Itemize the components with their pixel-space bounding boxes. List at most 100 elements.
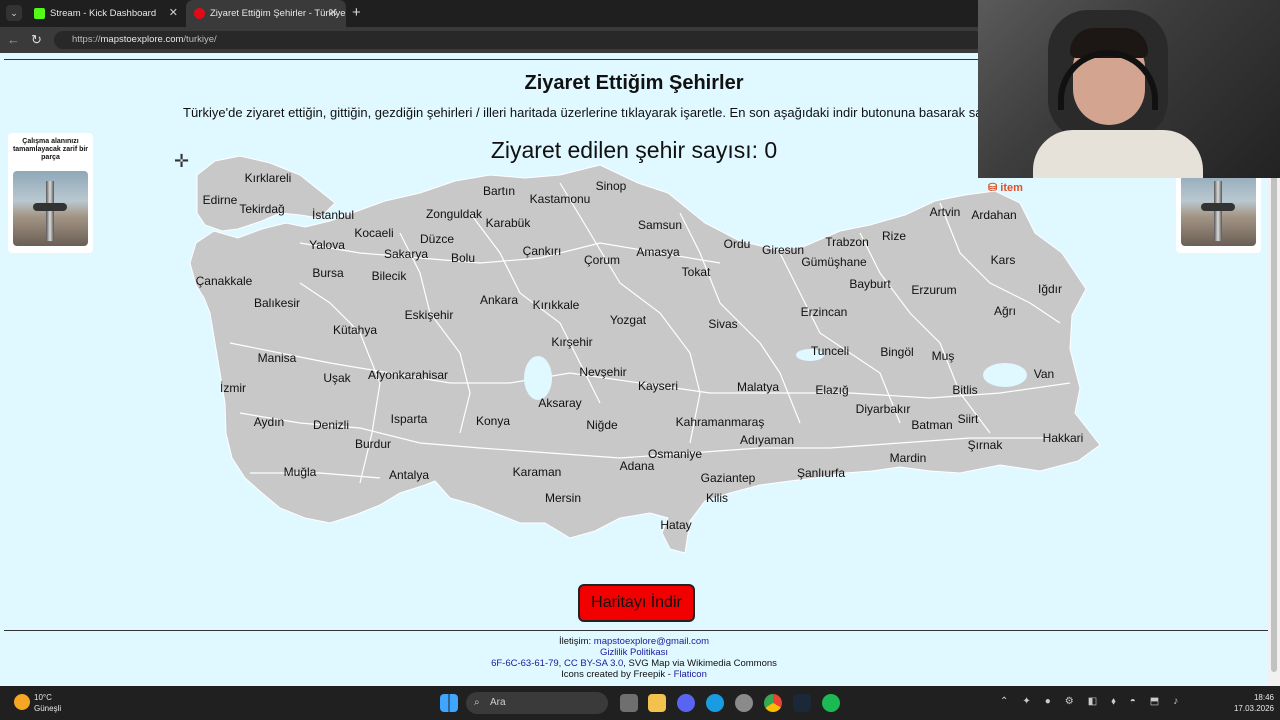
- city-label[interactable]: Muş: [932, 349, 955, 363]
- city-label[interactable]: Siirt: [958, 412, 979, 426]
- city-label[interactable]: Düzce: [420, 232, 454, 246]
- city-label[interactable]: Burdur: [355, 437, 391, 451]
- city-label[interactable]: Edirne: [203, 193, 238, 207]
- city-label[interactable]: Kilis: [706, 491, 728, 505]
- city-label[interactable]: Artvin: [930, 205, 961, 219]
- city-label[interactable]: Nevşehir: [579, 365, 626, 379]
- city-label[interactable]: Adıyaman: [740, 433, 794, 447]
- city-label[interactable]: Kastamonu: [530, 192, 591, 206]
- weather-icon[interactable]: [14, 694, 30, 710]
- city-label[interactable]: Bartın: [483, 184, 515, 198]
- city-label[interactable]: Trabzon: [825, 235, 869, 249]
- city-label[interactable]: Hakkari: [1043, 431, 1084, 445]
- close-icon[interactable]: ✕: [329, 6, 338, 19]
- city-label[interactable]: Kahramanmaraş: [676, 415, 765, 429]
- city-label[interactable]: Konya: [476, 414, 510, 428]
- new-tab-icon[interactable]: +: [352, 4, 361, 21]
- city-label[interactable]: Mardin: [890, 451, 927, 465]
- city-label[interactable]: Ankara: [480, 293, 518, 307]
- city-label[interactable]: Antalya: [389, 468, 429, 482]
- city-label[interactable]: Bingöl: [880, 345, 913, 359]
- city-label[interactable]: Muğla: [284, 465, 317, 479]
- city-label[interactable]: İzmir: [220, 381, 246, 395]
- city-label[interactable]: Isparta: [391, 412, 428, 426]
- windows-start-icon[interactable]: [440, 694, 458, 712]
- city-label[interactable]: Adana: [620, 459, 655, 473]
- city-label[interactable]: Kırklareli: [245, 171, 292, 185]
- city-label[interactable]: Amasya: [636, 245, 680, 259]
- city-label[interactable]: Bitlis: [952, 383, 977, 397]
- city-label[interactable]: Rize: [882, 229, 906, 243]
- flaticon-link[interactable]: Flaticon: [674, 669, 707, 680]
- city-label[interactable]: Ardahan: [971, 208, 1016, 222]
- city-label[interactable]: Ağrı: [994, 304, 1016, 318]
- city-label[interactable]: Şanlıurfa: [797, 466, 845, 480]
- city-label[interactable]: Afyonkarahisar: [368, 368, 448, 382]
- city-label[interactable]: Kırıkkale: [533, 298, 580, 312]
- spotify-icon[interactable]: [822, 694, 840, 712]
- city-label[interactable]: Iğdır: [1038, 282, 1062, 296]
- city-label[interactable]: Kocaeli: [354, 226, 393, 240]
- city-label[interactable]: Bayburt: [849, 277, 891, 291]
- city-label[interactable]: Niğde: [586, 418, 618, 432]
- city-label[interactable]: Manisa: [258, 351, 297, 365]
- city-label[interactable]: Denizli: [313, 418, 349, 432]
- taskbar-search[interactable]: ⌕ Ara: [466, 692, 608, 714]
- contact-email-link[interactable]: mapstoexplore@gmail.com: [594, 636, 709, 647]
- file-explorer-icon[interactable]: [648, 694, 666, 712]
- task-view-icon[interactable]: [620, 694, 638, 712]
- city-label[interactable]: Tokat: [682, 265, 711, 279]
- download-map-button[interactable]: Haritayı İndir: [578, 584, 695, 622]
- city-label[interactable]: Malatya: [737, 380, 779, 394]
- city-label[interactable]: Sivas: [708, 317, 737, 331]
- city-label[interactable]: İstanbul: [312, 208, 354, 222]
- city-label[interactable]: Çorum: [584, 253, 620, 267]
- city-label[interactable]: Karabük: [486, 216, 532, 230]
- city-label[interactable]: Çanakkale: [196, 274, 253, 288]
- clock-time[interactable]: 18:46: [1230, 693, 1274, 702]
- tab-kick-dashboard[interactable]: Stream - Kick Dashboard ✕: [26, 0, 186, 27]
- close-icon[interactable]: ✕: [169, 6, 178, 19]
- city-label[interactable]: Uşak: [323, 371, 351, 385]
- city-label[interactable]: Erzurum: [911, 283, 956, 297]
- steam-icon[interactable]: [793, 694, 811, 712]
- city-label[interactable]: Bursa: [312, 266, 344, 280]
- back-icon[interactable]: ←: [7, 32, 20, 47]
- city-label[interactable]: Gaziantep: [701, 471, 756, 485]
- city-label[interactable]: Bilecik: [372, 269, 408, 283]
- credit-link[interactable]: 6F-6C-63-61-79, CC BY-SA 3.0: [491, 658, 623, 669]
- tab-ziyaret[interactable]: Ziyaret Ettiğim Şehirler - Türkiye ✕: [186, 0, 346, 27]
- clock-date[interactable]: 17.03.2026: [1222, 704, 1274, 713]
- tab-list-dropdown-icon[interactable]: ⌄: [6, 5, 22, 21]
- city-label[interactable]: Bolu: [451, 251, 475, 265]
- reload-icon[interactable]: ↻: [31, 32, 42, 48]
- city-label[interactable]: Kırşehir: [551, 335, 592, 349]
- city-label[interactable]: Aydın: [254, 415, 284, 429]
- city-label[interactable]: Kars: [991, 253, 1016, 267]
- city-label[interactable]: Aksaray: [538, 396, 581, 410]
- edge-icon[interactable]: [706, 694, 724, 712]
- city-label[interactable]: Batman: [911, 418, 952, 432]
- tray-icons[interactable]: ⌃✦●⚙◧⬧◓⬒♪: [1000, 696, 1210, 710]
- city-label[interactable]: Hatay: [660, 518, 691, 532]
- city-label[interactable]: Kütahya: [333, 323, 377, 337]
- city-label[interactable]: Kayseri: [638, 379, 678, 393]
- city-label[interactable]: Yalova: [309, 238, 345, 252]
- city-label[interactable]: Van: [1034, 367, 1054, 381]
- city-label[interactable]: Samsun: [638, 218, 682, 232]
- city-label[interactable]: Tekirdağ: [239, 202, 284, 216]
- city-label[interactable]: Sinop: [596, 179, 627, 193]
- chrome-icon[interactable]: [764, 694, 782, 712]
- city-label[interactable]: Mersin: [545, 491, 581, 505]
- city-label[interactable]: Osmaniye: [648, 447, 702, 461]
- city-label[interactable]: Erzincan: [801, 305, 848, 319]
- city-label[interactable]: Zonguldak: [426, 207, 483, 221]
- city-label[interactable]: Diyarbakır: [856, 402, 911, 416]
- settings-icon[interactable]: [735, 694, 753, 712]
- city-label[interactable]: Sakarya: [384, 247, 428, 261]
- privacy-policy-link[interactable]: Gizlilik Politikası: [600, 647, 668, 658]
- city-label[interactable]: Eskişehir: [405, 308, 454, 322]
- url-input[interactable]: https://mapstoexplore.com/turkiye/: [54, 31, 984, 49]
- city-label[interactable]: Şırnak: [968, 438, 1004, 452]
- city-label[interactable]: Giresun: [762, 243, 804, 257]
